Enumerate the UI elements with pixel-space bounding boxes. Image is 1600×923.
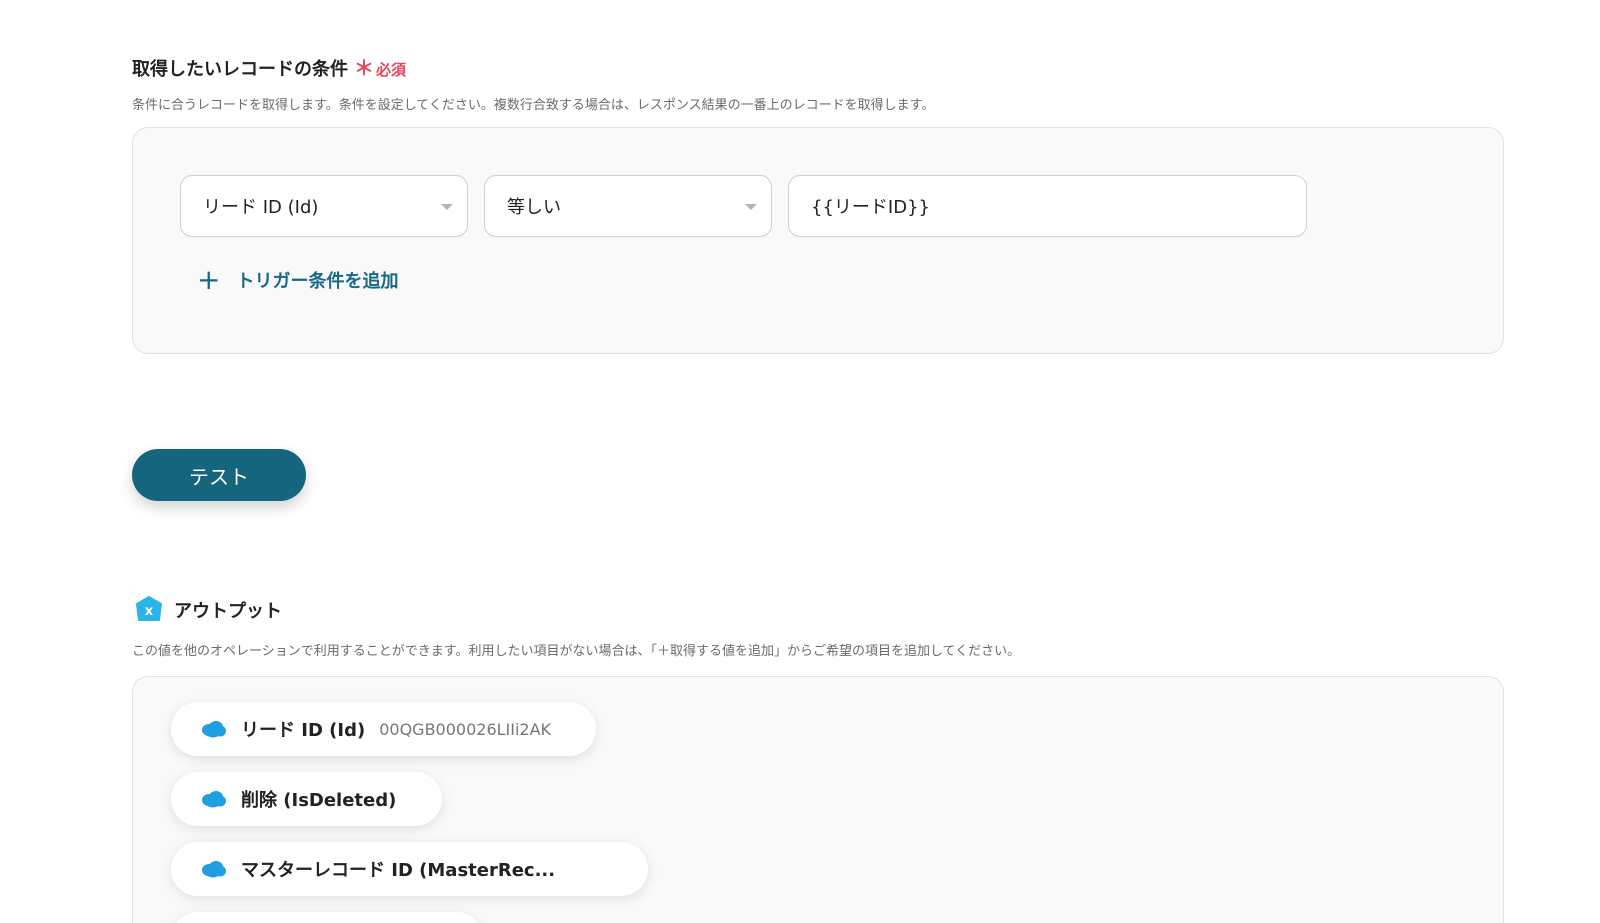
output-item-value: 00QGB000026LIIi2AK [379, 719, 552, 739]
add-trigger-label: トリガー条件を追加 [236, 271, 399, 292]
output-title-text: アウトプット [174, 601, 282, 622]
add-trigger-condition-button[interactable]: + トリガー条件を追加 [197, 266, 398, 294]
required-label: 必須 [376, 61, 407, 79]
condition-panel: リード ID (Id) 等しい {{リードID}} + トリガー条件を追加 [132, 127, 1504, 354]
field-select[interactable]: リード ID (Id) [180, 175, 468, 237]
output-logo-icon: x [136, 596, 162, 621]
salesforce-cloud-icon [202, 791, 226, 808]
output-panel: リード ID (Id) 00QGB000026LIIi2AK 削除 (IsDel… [132, 676, 1504, 923]
condition-title-text: 取得したいレコードの条件 [132, 59, 348, 80]
salesforce-cloud-icon [202, 861, 226, 878]
output-item[interactable]: マスターレコード ID (MasterRec... [171, 842, 648, 896]
operator-select[interactable]: 等しい [484, 175, 772, 237]
output-item[interactable] [171, 912, 483, 923]
condition-value-input[interactable]: {{リードID}} [788, 175, 1307, 237]
output-item-label: 削除 (IsDeleted) [241, 790, 397, 811]
output-description: この値を他のオペレーションで利用することができます。利用したい項目がない場合は、… [132, 644, 1021, 659]
field-select-value: リード ID (Id) [203, 197, 319, 218]
svg-text:x: x [145, 604, 154, 619]
chevron-down-icon [745, 204, 757, 210]
output-section-title: x アウトプット [134, 595, 282, 625]
output-item-label: リード ID (Id) [241, 720, 366, 741]
condition-section-title: 取得したいレコードの条件 ＊ 必須 [132, 52, 406, 81]
chevron-down-icon [441, 204, 453, 210]
required-asterisk: ＊ [354, 56, 374, 80]
output-item[interactable]: リード ID (Id) 00QGB000026LIIi2AK [171, 702, 596, 756]
condition-value-text: {{リードID}} [811, 197, 930, 218]
output-item[interactable]: 削除 (IsDeleted) [171, 772, 442, 826]
plus-icon: + [197, 263, 221, 296]
operator-select-value: 等しい [507, 197, 561, 218]
output-item-label: マスターレコード ID (MasterRec... [241, 860, 556, 881]
salesforce-cloud-icon [202, 721, 226, 738]
test-button[interactable]: テスト [132, 449, 306, 501]
condition-description: 条件に合うレコードを取得します。条件を設定してください。複数行合致する場合は、レ… [132, 98, 935, 113]
page: 取得したいレコードの条件 ＊ 必須 条件に合うレコードを取得します。条件を設定し… [0, 0, 1600, 923]
